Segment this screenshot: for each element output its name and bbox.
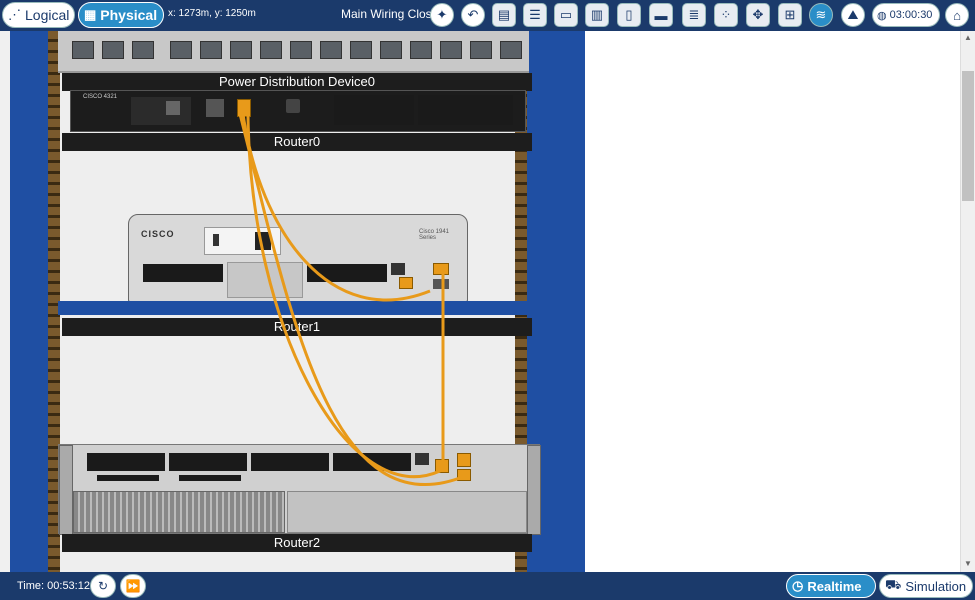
new-cabinet-button[interactable]: ▯ (617, 3, 641, 27)
cluster-icon: ⁘ (720, 7, 732, 22)
vertical-scrollbar[interactable]: ▲ ▼ (960, 31, 975, 572)
home-icon: ⌂ (953, 7, 961, 23)
new-shelf-button[interactable]: ▬ (649, 3, 673, 27)
grid-icon: ▦ (84, 7, 97, 22)
background-image-button[interactable]: ⛰ (841, 3, 865, 27)
move-object-icon: ▭ (559, 7, 573, 22)
wireless-icon: ≋ (815, 7, 827, 22)
wireless-button[interactable]: ≋ (809, 3, 833, 27)
fast-forward-icon: ⏩ (125, 579, 141, 593)
list-button[interactable]: ≣ (682, 3, 706, 27)
scroll-up-icon[interactable]: ▲ (963, 33, 973, 43)
grid-view-icon: ⊞ (784, 7, 796, 22)
physical-workspace[interactable]: Power Distribution Device0 CISCO 4321 Ro… (0, 31, 960, 572)
home-button[interactable]: ⌂ (945, 3, 969, 27)
location-label: Main Wiring Closet (341, 7, 442, 21)
new-table-button[interactable]: ☰ (523, 3, 547, 27)
simulation-mode-button[interactable]: ⛟ Simulation (879, 574, 973, 598)
navigation-icon: ✦ (436, 7, 448, 22)
realtime-label: Realtime (807, 578, 862, 594)
new-shelf-icon: ▬ (654, 7, 668, 23)
new-rack-button[interactable]: ▤ (492, 3, 516, 27)
logical-tab-label: Logical (25, 7, 70, 23)
clock-label: 03:00:30 (889, 9, 933, 21)
time-display: Time: 00:53:12 (17, 580, 90, 592)
bottom-toolbar: Time: 00:53:12 ↻ ⏩ ◷ Realtime ⛟ Simulati… (0, 572, 975, 600)
cluster-button[interactable]: ⁘ (714, 3, 738, 27)
top-toolbar: ⋰ Logical ▦ Physical x: 1273m, y: 1250m … (0, 0, 975, 31)
simulation-label: Simulation (905, 578, 967, 594)
cable-router0-router2[interactable] (246, 113, 441, 479)
list-icon: ≣ (688, 7, 700, 22)
new-device-icon: ▥ (590, 7, 604, 22)
background-image-icon: ⛰ (847, 7, 859, 22)
new-cabinet-icon: ▯ (625, 7, 633, 22)
physical-tab-label: Physical (100, 7, 158, 23)
world-clock-icon: ◍ (877, 9, 887, 22)
undo-icon: ↶ (467, 7, 479, 22)
physical-tab[interactable]: ▦ Physical (78, 2, 164, 28)
logical-tab[interactable]: ⋰ Logical (2, 2, 75, 28)
move-object-button[interactable]: ▭ (554, 3, 578, 27)
undo-button[interactable]: ↶ (461, 3, 485, 27)
scroll-thumb[interactable] (962, 71, 974, 201)
cable-router0-router1[interactable] (241, 113, 431, 302)
reset-time-button[interactable]: ↻ (90, 574, 116, 598)
realtime-clock-icon: ◷ (792, 578, 804, 593)
network-icon: ⋰ (8, 7, 21, 22)
reset-icon: ↻ (97, 579, 109, 593)
cable-layer (238, 113, 466, 486)
coordinates-readout: x: 1273m, y: 1250m (168, 8, 256, 19)
navigation-button[interactable]: ✦ (430, 3, 454, 27)
scroll-down-icon[interactable]: ▼ (963, 559, 973, 569)
simulation-icon: ⛟ (885, 577, 902, 592)
clock-button[interactable]: ◍ 03:00:30 (872, 3, 940, 27)
new-device-button[interactable]: ▥ (585, 3, 609, 27)
new-table-icon: ☰ (529, 7, 541, 22)
new-rack-icon: ▤ (497, 7, 511, 22)
fast-forward-button[interactable]: ⏩ (120, 574, 146, 598)
pan-icon: ✥ (752, 7, 764, 22)
pan-button[interactable]: ✥ (746, 3, 770, 27)
realtime-mode-button[interactable]: ◷ Realtime (786, 574, 876, 598)
grid-view-button[interactable]: ⊞ (778, 3, 802, 27)
